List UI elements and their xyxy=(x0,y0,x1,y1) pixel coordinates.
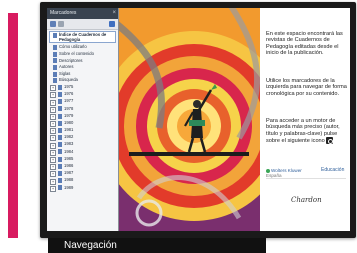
bookmarks-panel-title: Marcadores xyxy=(50,10,77,16)
bookmark-year-label: 1980 xyxy=(64,119,74,125)
bookmark-icon xyxy=(58,113,62,119)
bookmarks-instructions: Utilice los marcadores de la izquierda p… xyxy=(266,78,347,97)
expand-icon[interactable]: + xyxy=(50,113,56,120)
expand-icon[interactable]: + xyxy=(50,157,56,164)
bookmark-year-label: 1985 xyxy=(64,155,74,161)
bookmark-year-label: 1984 xyxy=(64,148,74,154)
bookmark-icon xyxy=(58,135,62,141)
search-instructions: Para acceder a un motor de búsqueda más … xyxy=(266,118,348,145)
bookmark-icon xyxy=(58,185,62,191)
bookmark-year[interactable]: +1981 xyxy=(47,127,118,135)
bookmark-year[interactable]: +1989 xyxy=(47,185,118,192)
bookmark-icon xyxy=(58,171,62,177)
bookmark-year[interactable]: +1975 xyxy=(47,83,118,92)
delete-bookmark-icon[interactable] xyxy=(58,21,64,27)
bookmark-icon xyxy=(53,78,57,84)
wolters-kluwer-logo: Wolters Kluwer España xyxy=(266,168,302,178)
info-panel: En este espacio encontrará las revistas … xyxy=(261,8,350,231)
accent-bar xyxy=(8,13,18,238)
bookmark-year-label: 1979 xyxy=(64,112,74,118)
expand-icon[interactable]: + xyxy=(50,149,56,156)
divider xyxy=(266,178,346,179)
bookmark-icon xyxy=(58,91,62,97)
bookmark-year[interactable]: +1977 xyxy=(47,98,118,106)
caption-navegacion: Navegación xyxy=(48,238,266,253)
bookmark-icon xyxy=(58,120,62,126)
bookmark-year-label: 1976 xyxy=(64,91,74,97)
bookmark-year-label: 1987 xyxy=(64,170,74,176)
bookmark-year-label: 1975 xyxy=(64,83,74,89)
bookmark-icon xyxy=(58,106,62,112)
intro-text: En este espacio encontrará las revistas … xyxy=(266,31,343,57)
bookmark-siglas[interactable]: Siglas xyxy=(47,71,118,78)
cover-artwork-svg xyxy=(119,8,260,231)
bookmark-year[interactable]: +1982 xyxy=(47,134,118,142)
bookmark-icon xyxy=(58,178,62,184)
bookmark-year-label: 1977 xyxy=(64,98,74,104)
bookmark-year[interactable]: +1987 xyxy=(47,170,118,178)
educacion-logo: Educación xyxy=(321,167,345,173)
expand-icon[interactable]: + xyxy=(50,142,56,149)
bookmark-icon xyxy=(58,142,62,148)
search-icon[interactable] xyxy=(326,137,334,145)
bookmark-year[interactable]: +1979 xyxy=(47,113,118,120)
bookmark-year-label: 1988 xyxy=(64,177,74,183)
bookmark-icon xyxy=(58,84,62,90)
bookmarks-tree: Índice de Cuadernos de Pedagogía Cómo ut… xyxy=(47,30,118,231)
expand-icon[interactable]: + xyxy=(50,128,56,135)
bookmarks-panel: Marcadores × Índice de Cuadernos de Peda… xyxy=(47,8,119,231)
viewer-window: Marcadores × Índice de Cuadernos de Peda… xyxy=(40,2,356,238)
bookmark-icon xyxy=(53,58,57,64)
expand-bookmark-icon[interactable] xyxy=(109,21,115,27)
bookmark-icon xyxy=(58,149,62,155)
bookmark-year-label: 1981 xyxy=(64,127,74,133)
expand-icon[interactable]: + xyxy=(50,106,56,113)
bookmark-year[interactable]: +1978 xyxy=(47,106,118,113)
close-icon[interactable]: × xyxy=(112,8,116,19)
bookmark-year-label: 1982 xyxy=(64,134,74,140)
bookmark-sobre-contenido[interactable]: Sobre el contenido xyxy=(47,51,118,58)
bookmark-icon xyxy=(53,64,57,70)
expand-icon[interactable]: + xyxy=(50,99,56,106)
bookmark-year-label: 1978 xyxy=(64,105,74,111)
expand-icon[interactable]: + xyxy=(50,135,56,142)
bookmark-year[interactable]: +1986 xyxy=(47,163,118,171)
bookmark-year[interactable]: +1980 xyxy=(47,119,118,128)
expand-icon[interactable]: + xyxy=(50,185,56,192)
expand-icon[interactable]: + xyxy=(50,178,56,185)
bookmark-year[interactable]: +1976 xyxy=(47,91,118,99)
bookmark-icon xyxy=(58,163,62,169)
year-bookmark-list: +1975 +1976 +1977 +1978 +1979 +1980 +1981 +1982… xyxy=(47,84,118,192)
bookmark-icon xyxy=(53,71,57,77)
bookmark-year-label: 1983 xyxy=(64,141,74,147)
bookmark-year-label: 1989 xyxy=(64,184,74,190)
bookmark-icon xyxy=(58,99,62,105)
expand-icon[interactable]: + xyxy=(50,92,56,99)
bookmark-year[interactable]: +1985 xyxy=(47,155,118,164)
expand-icon[interactable]: + xyxy=(50,85,56,92)
chardon-logo: Chardon xyxy=(291,196,322,204)
bookmarks-toolbar xyxy=(47,19,118,30)
bookmark-icon xyxy=(53,32,57,38)
expand-icon[interactable]: + xyxy=(50,171,56,178)
bookmark-icon xyxy=(58,127,62,133)
bookmark-icon xyxy=(53,45,57,51)
bookmark-indice[interactable]: Índice de Cuadernos de Pedagogía xyxy=(49,31,116,44)
bookmark-year-label: 1986 xyxy=(64,163,74,169)
bookmark-icon xyxy=(53,51,57,57)
bookmark-year[interactable]: +1984 xyxy=(47,149,118,156)
bookmark-autores[interactable]: Autores xyxy=(47,64,118,71)
bookmark-como-utilizarlo[interactable]: Cómo utilizarlo xyxy=(47,44,118,51)
bookmark-year[interactable]: +1988 xyxy=(47,177,118,185)
bookmark-descriptores[interactable]: Descriptores xyxy=(47,58,118,65)
bookmarks-panel-header: Marcadores × xyxy=(47,8,118,19)
bookmark-busqueda[interactable]: Búsqueda xyxy=(47,77,118,84)
viewer-screen: Marcadores × Índice de Cuadernos de Peda… xyxy=(47,8,350,231)
cover-artwork xyxy=(119,8,260,231)
bookmark-year[interactable]: +1983 xyxy=(47,141,118,149)
expand-icon[interactable]: + xyxy=(50,121,56,128)
options-icon[interactable] xyxy=(50,21,56,27)
expand-icon[interactable]: + xyxy=(50,164,56,171)
bookmark-icon xyxy=(58,156,62,162)
